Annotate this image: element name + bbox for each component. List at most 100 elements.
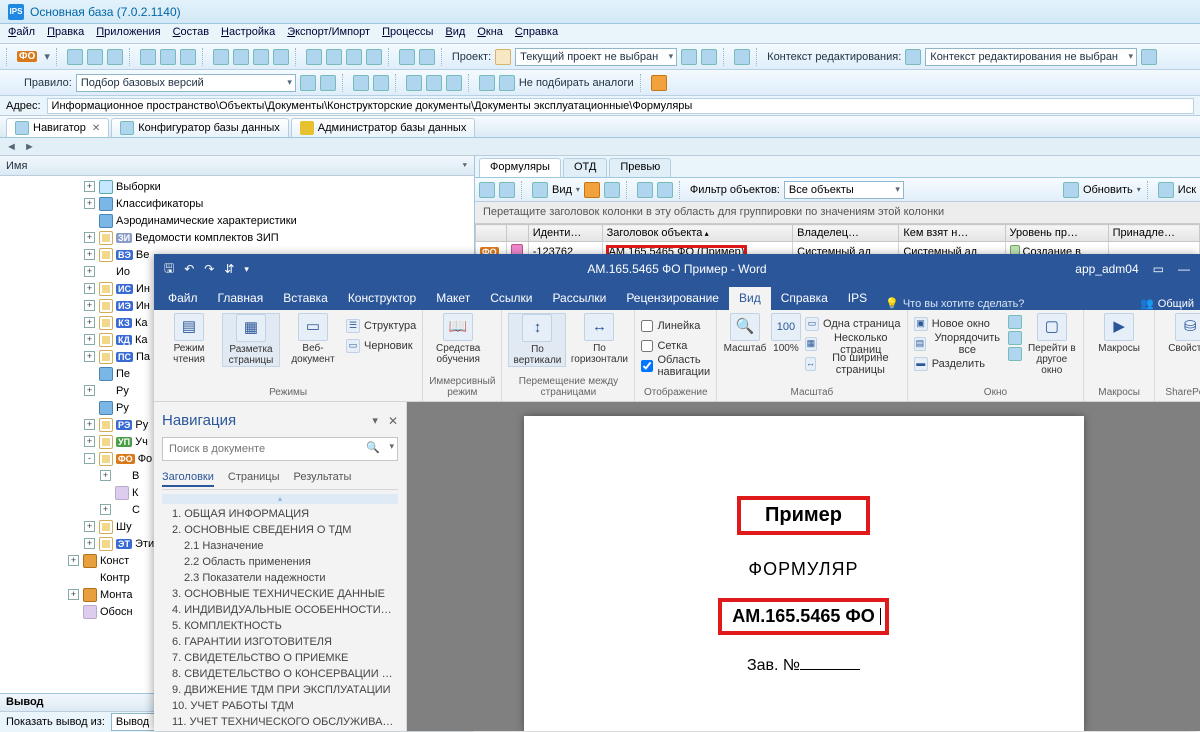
expander-icon[interactable]: + (84, 181, 95, 192)
tree-node[interactable]: +Классификаторы (4, 195, 474, 212)
tool-icon[interactable] (300, 75, 316, 91)
tool-icon[interactable] (479, 75, 495, 91)
grid-tab[interactable]: Формуляры (479, 158, 561, 177)
menu-item[interactable]: Справка (515, 26, 558, 41)
menu-bar[interactable]: ФайлПравкаПриложенияСоставНастройкаЭкспо… (0, 24, 1200, 44)
nav-fwd-icon[interactable]: ► (24, 141, 34, 153)
new-window-button[interactable]: ▣Новое окно (914, 315, 1005, 333)
context-combo[interactable]: Контекст редактирования не выбран (925, 48, 1137, 66)
tool-icon[interactable] (532, 182, 548, 198)
expander-icon[interactable]: + (84, 521, 95, 532)
word-tab[interactable]: Вид (729, 287, 771, 310)
tool-icon[interactable] (499, 182, 515, 198)
fo-badge-icon[interactable]: ФО (17, 51, 37, 62)
menu-item[interactable]: Вид (445, 26, 465, 41)
doc-tab[interactable]: Навигатор✕ (6, 118, 109, 137)
nav-toc[interactable]: ▴ 1. ОБЩАЯ ИНФОРМАЦИЯ2. ОСНОВНЫЕ СВЕДЕНИ… (162, 494, 398, 725)
tool-icon[interactable] (320, 75, 336, 91)
tool-icon[interactable] (637, 182, 653, 198)
word-tab[interactable]: Конструктор (338, 287, 426, 310)
save-icon[interactable]: 🖫 (164, 259, 174, 280)
column-header[interactable]: Владелец… (793, 225, 899, 242)
toc-item[interactable]: 1. ОБЩАЯ ИНФОРМАЦИЯ (162, 506, 398, 522)
view-label[interactable]: Вид (552, 184, 572, 196)
toc-item[interactable]: 7. СВИДЕТЕЛЬСТВО О ПРИЕМКЕ (162, 650, 398, 666)
column-header[interactable]: Кем взят н… (899, 225, 1005, 242)
expander-icon[interactable]: + (84, 317, 95, 328)
toc-item[interactable]: 9. ДВИЖЕНИЕ ТДМ ПРИ ЭКСПЛУАТАЦИИ (162, 682, 398, 698)
expander-icon[interactable]: + (84, 283, 95, 294)
tool-icon[interactable] (346, 49, 362, 65)
expander-icon[interactable]: + (84, 334, 95, 345)
word-tab[interactable]: Ссылки (480, 287, 542, 310)
arrange-all-button[interactable]: ▤Упорядочить все (914, 335, 1005, 353)
tool-icon[interactable] (273, 49, 289, 65)
tool-icon[interactable] (499, 75, 515, 91)
tool-icon[interactable] (734, 49, 750, 65)
expander-icon[interactable]: + (68, 589, 79, 600)
vertical-scroll-button[interactable]: ↕По вертикали (508, 313, 566, 367)
ribbon-checkbox[interactable]: Линейка (641, 317, 710, 335)
doc-tab[interactable]: Конфигуратор базы данных (111, 118, 289, 137)
address-input[interactable] (47, 98, 1194, 114)
tree-node[interactable]: Аэродинамические характеристики (4, 212, 474, 229)
word-tab[interactable]: Рецензирование (616, 287, 729, 310)
tool-icon[interactable] (701, 49, 717, 65)
search-icon[interactable]: 🔍 (366, 441, 380, 454)
tool-icon[interactable] (306, 49, 322, 65)
draft-button[interactable]: ▭Черновик (346, 337, 416, 355)
pin-icon[interactable]: ▾ (372, 414, 378, 427)
tree-node[interactable]: +Выборки (4, 178, 474, 195)
tool-icon[interactable] (107, 49, 123, 65)
tool-icon[interactable] (651, 75, 667, 91)
word-tab[interactable]: Главная (208, 287, 274, 310)
ribbon-collapse-icon[interactable]: ▭ (1153, 262, 1164, 276)
toc-item[interactable]: 8. СВИДЕТЕЛЬСТВО О КОНСЕРВАЦИИ И УПАКО… (162, 666, 398, 682)
column-header[interactable]: Иденти… (528, 225, 602, 242)
expander-icon[interactable]: + (84, 419, 95, 430)
expander-icon[interactable]: + (84, 198, 95, 209)
toc-item[interactable]: 2.2 Область применения (162, 554, 398, 570)
menu-item[interactable]: Экспорт/Импорт (287, 26, 370, 41)
web-layout-button[interactable]: ▭Веб-документ (284, 313, 342, 365)
no-analog-label[interactable]: Не подбирать аналоги (519, 77, 634, 89)
menu-item[interactable]: Приложения (96, 26, 160, 41)
menu-item[interactable]: Состав (173, 26, 209, 41)
tool-icon[interactable] (326, 49, 342, 65)
nav-tab[interactable]: Заголовки (162, 469, 214, 487)
tool-icon[interactable] (426, 75, 442, 91)
expander-icon[interactable]: + (84, 232, 95, 243)
menu-item[interactable]: Правка (47, 26, 84, 41)
menu-item[interactable]: Окна (477, 26, 503, 41)
toc-item[interactable]: 5. КОМПЛЕКТНОСТЬ (162, 618, 398, 634)
search-dd-icon[interactable]: ▾ (389, 441, 394, 452)
tree-header[interactable]: Имя (0, 156, 474, 176)
zoom-100-button[interactable]: 100100% (771, 313, 801, 354)
column-header[interactable]: Уровень пр… (1005, 225, 1108, 242)
expander-icon[interactable]: + (84, 351, 95, 362)
expander-icon[interactable]: + (84, 385, 95, 396)
macros-button[interactable]: ▶Макросы (1090, 313, 1148, 354)
toc-item[interactable]: 4. ИНДИВИДУАЛЬНЫЕ ОСОБЕННОСТИ ТДМ (162, 602, 398, 618)
share-button[interactable]: 👥Общий (1140, 297, 1200, 310)
print-layout-button[interactable]: ▦Разметка страницы (222, 313, 280, 367)
ribbon-checkbox[interactable]: Сетка (641, 337, 710, 355)
properties-button[interactable]: ⛁Свойства (1161, 313, 1200, 354)
nav-back-icon[interactable]: ◄ (6, 141, 16, 153)
toc-item[interactable]: 6. ГАРАНТИИ ИЗГОТОВИТЕЛЯ (162, 634, 398, 650)
tool-icon[interactable] (657, 182, 673, 198)
toc-item[interactable]: 2.3 Показатели надежности (162, 570, 398, 586)
tool-icon[interactable] (399, 49, 415, 65)
word-tab[interactable]: Макет (426, 287, 480, 310)
minimize-icon[interactable]: — (1178, 262, 1190, 276)
tool-icon[interactable] (604, 182, 620, 198)
tool-icon[interactable] (373, 75, 389, 91)
win-icon[interactable] (1008, 315, 1022, 329)
tool-icon[interactable] (213, 49, 229, 65)
grid-tabs[interactable]: ФормулярыОТДПревью (475, 156, 1200, 178)
close-icon[interactable]: ✕ (388, 414, 398, 428)
expander-icon[interactable]: + (84, 266, 95, 277)
tool-icon[interactable] (406, 75, 422, 91)
tree-node[interactable]: +ЗИВедомости комплектов ЗИП (4, 229, 474, 246)
word-tab[interactable]: Файл (158, 287, 208, 310)
